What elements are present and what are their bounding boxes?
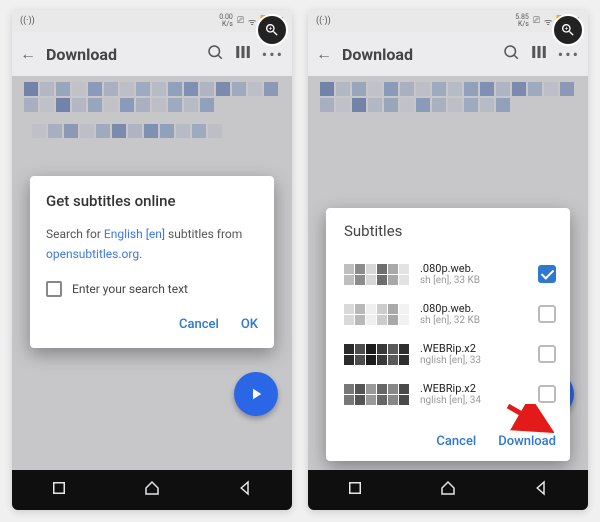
subtitle-name: .080p.web.: [420, 302, 530, 315]
cast-icon: ⎚: [533, 16, 540, 26]
phone-left: ((·)) 0.00 K/s ⎚ ᯤ 📶 ▢ ← Download ••• Ge…: [12, 10, 292, 510]
dialog-title: Subtitles: [344, 222, 556, 240]
file-list-background: Subtitles .080p.web.sh [en], 33 KB.080p.…: [308, 76, 588, 470]
subtitle-info: sh [en], 33 KB: [420, 275, 530, 286]
play-fab[interactable]: [234, 372, 278, 416]
net-speed: 5.85 K/s: [515, 14, 529, 28]
subtitle-thumbnail: [344, 344, 412, 365]
subtitle-info: sh [en], 32 KB: [420, 315, 530, 326]
page-title: Download: [46, 45, 117, 64]
get-subtitles-dialog: Get subtitles online Search for English …: [30, 176, 274, 348]
subtitle-info: nglish [en], 33: [420, 355, 530, 366]
net-speed: 0.00 K/s: [219, 14, 233, 28]
file-list-background: Get subtitles online Search for English …: [12, 76, 292, 470]
subtitle-meta: .080p.web.sh [en], 33 KB: [420, 262, 530, 286]
android-nav-bar: [308, 470, 588, 510]
cancel-button[interactable]: Cancel: [179, 317, 219, 332]
zoom-icon[interactable]: [552, 14, 584, 46]
source-link[interactable]: opensubtitles.org: [46, 247, 139, 261]
wifi-icon: ᯤ: [544, 15, 552, 28]
subtitle-name: .WEBRip.x2: [420, 342, 530, 355]
search-icon[interactable]: [206, 43, 224, 65]
status-bar: ((·)) 5.85 K/s ⎚ ᯤ 📶 ▢: [308, 10, 588, 32]
back-button[interactable]: [236, 479, 254, 501]
subtitle-name: .WEBRip.x2: [420, 382, 530, 395]
subtitle-thumbnail: [344, 264, 412, 285]
subtitle-meta: .WEBRip.x2nglish [en], 34: [420, 382, 530, 406]
recent-apps-button[interactable]: [346, 479, 364, 501]
search-checkbox-icon[interactable]: [46, 281, 62, 297]
more-icon[interactable]: •••: [558, 45, 580, 64]
search-input-row[interactable]: Enter your search text: [46, 281, 258, 297]
back-button[interactable]: [532, 479, 550, 501]
subtitle-checkbox[interactable]: [538, 345, 556, 363]
broadcast-icon: ((·)): [20, 16, 35, 26]
dialog-title: Get subtitles online: [46, 192, 258, 210]
subtitle-checkbox[interactable]: [538, 305, 556, 323]
subtitle-thumbnail: [344, 384, 412, 405]
subtitle-name: .080p.web.: [420, 262, 530, 275]
subtitle-info: nglish [en], 34: [420, 395, 530, 406]
cancel-button[interactable]: Cancel: [436, 434, 476, 449]
subtitle-thumbnail: [344, 304, 412, 325]
subtitle-checkbox[interactable]: [538, 265, 556, 283]
back-icon[interactable]: ←: [316, 44, 332, 64]
dialog-body: Search for English [en] subtitles from o…: [46, 224, 258, 265]
subtitles-dialog: Subtitles .080p.web.sh [en], 33 KB.080p.…: [326, 208, 570, 461]
recent-apps-button[interactable]: [50, 479, 68, 501]
subtitle-checkbox[interactable]: [538, 385, 556, 403]
view-icon[interactable]: [234, 43, 252, 65]
title-bar: ← Download •••: [12, 32, 292, 76]
subtitle-row[interactable]: .WEBRip.x2nglish [en], 33: [344, 334, 556, 374]
subtitle-meta: .WEBRip.x2nglish [en], 33: [420, 342, 530, 366]
phone-right: ((·)) 5.85 K/s ⎚ ᯤ 📶 ▢ ← Download ••• Su…: [308, 10, 588, 510]
search-input[interactable]: Enter your search text: [72, 282, 188, 296]
back-icon[interactable]: ←: [20, 44, 36, 64]
zoom-icon[interactable]: [256, 14, 288, 46]
subtitle-row[interactable]: .WEBRip.x2nglish [en], 34: [344, 374, 556, 414]
wifi-icon: ᯤ: [248, 15, 256, 28]
view-icon[interactable]: [530, 43, 548, 65]
broadcast-icon: ((·)): [316, 16, 331, 26]
subtitle-row[interactable]: .080p.web.sh [en], 33 KB: [344, 254, 556, 294]
subtitles-list: .080p.web.sh [en], 33 KB.080p.web.sh [en…: [344, 254, 556, 414]
android-nav-bar: [12, 470, 292, 510]
home-button[interactable]: [439, 479, 457, 501]
more-icon[interactable]: •••: [262, 45, 284, 64]
download-button[interactable]: Download: [498, 434, 556, 449]
search-icon[interactable]: [502, 43, 520, 65]
status-bar: ((·)) 0.00 K/s ⎚ ᯤ 📶 ▢: [12, 10, 292, 32]
home-button[interactable]: [143, 479, 161, 501]
title-bar: ← Download •••: [308, 32, 588, 76]
page-title: Download: [342, 45, 413, 64]
ok-button[interactable]: OK: [241, 317, 258, 332]
language-link[interactable]: English [en]: [104, 227, 165, 241]
subtitle-row[interactable]: .080p.web.sh [en], 32 KB: [344, 294, 556, 334]
cast-icon: ⎚: [237, 16, 244, 26]
subtitle-meta: .080p.web.sh [en], 32 KB: [420, 302, 530, 326]
